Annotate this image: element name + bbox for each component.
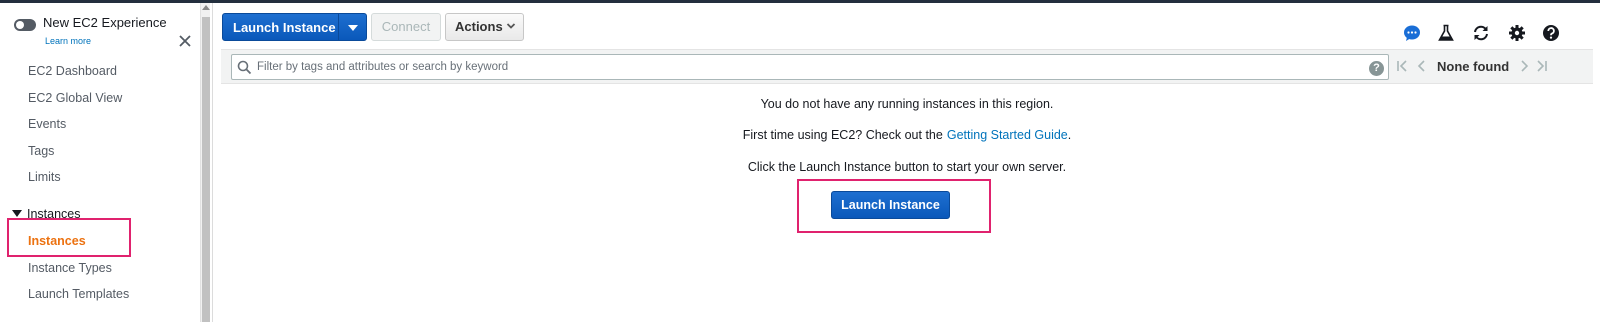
- connect-button[interactable]: Connect: [371, 13, 441, 41]
- launch-instance-button-label[interactable]: Launch Instance: [233, 20, 336, 35]
- chevron-down-icon: [506, 23, 516, 29]
- scroll-up-arrow-icon[interactable]: [202, 5, 210, 10]
- sidebar-item-ec2-global-view[interactable]: EC2 Global View: [28, 91, 122, 105]
- new-experience-toggle[interactable]: [14, 19, 36, 31]
- new-experience-toggle-row: New EC2 Experience Learn more: [14, 15, 194, 51]
- pagination-status: None found: [1437, 59, 1510, 74]
- sidebar-item-launch-templates[interactable]: Launch Templates: [28, 287, 129, 301]
- refresh-icon[interactable]: [1472, 24, 1490, 42]
- sidebar-item-instances[interactable]: Instances: [28, 234, 86, 248]
- chat-icon[interactable]: [1403, 24, 1421, 42]
- sidebar-item-instance-types[interactable]: Instance Types: [28, 261, 112, 275]
- previous-page-icon[interactable]: [1415, 59, 1429, 73]
- launch-instance-split-button[interactable]: Launch Instance: [222, 13, 367, 41]
- launch-instance-button[interactable]: Launch Instance: [831, 191, 950, 219]
- search-input[interactable]: [257, 58, 1357, 76]
- sidebar-item-events[interactable]: Events: [28, 117, 66, 131]
- scroll-thumb[interactable]: [202, 17, 210, 322]
- flask-icon[interactable]: [1437, 24, 1455, 42]
- help-icon[interactable]: [1542, 24, 1560, 42]
- sidebar-item-tags[interactable]: Tags: [28, 144, 54, 158]
- launch-instance-dropdown[interactable]: [338, 14, 366, 40]
- actions-button[interactable]: Actions: [445, 13, 524, 41]
- launch-hint-text: Click the Launch Instance button to star…: [747, 160, 1067, 174]
- getting-started-line: First time using EC2? Check out the Getti…: [213, 128, 1600, 142]
- sidebar: New EC2 Experience Learn more EC2 Dashbo…: [0, 3, 200, 322]
- search-help-icon[interactable]: ?: [1369, 61, 1384, 76]
- settings-gear-icon[interactable]: [1508, 24, 1526, 42]
- collapse-triangle-icon: [12, 210, 22, 217]
- sidebar-scrollbar[interactable]: [200, 3, 210, 322]
- search-box[interactable]: ?: [231, 54, 1389, 80]
- close-icon[interactable]: [177, 33, 193, 49]
- actions-button-label: Actions: [455, 19, 503, 34]
- last-page-icon[interactable]: [1535, 59, 1549, 73]
- new-experience-label: New EC2 Experience: [43, 15, 167, 30]
- sidebar-item-ec2-dashboard[interactable]: EC2 Dashboard: [28, 64, 117, 78]
- getting-started-suffix: .: [1067, 128, 1072, 142]
- getting-started-prefix: First time using EC2? Check out the: [742, 128, 943, 142]
- first-page-icon[interactable]: [1395, 59, 1409, 73]
- search-icon: [237, 60, 252, 75]
- next-page-icon[interactable]: [1517, 59, 1531, 73]
- toolbar: Launch Instance Connect Actions: [213, 3, 1600, 49]
- main-content: Launch Instance Connect Actions Filter b…: [212, 3, 1600, 322]
- caret-down-icon: [348, 25, 358, 31]
- getting-started-guide-link[interactable]: Getting Started Guide: [947, 128, 1068, 142]
- filter-bar: ? None found: [221, 49, 1593, 84]
- empty-state-message: You do not have any running instances in…: [760, 97, 1054, 111]
- learn-more-link[interactable]: Learn more: [45, 36, 91, 46]
- sidebar-item-limits[interactable]: Limits: [28, 170, 61, 184]
